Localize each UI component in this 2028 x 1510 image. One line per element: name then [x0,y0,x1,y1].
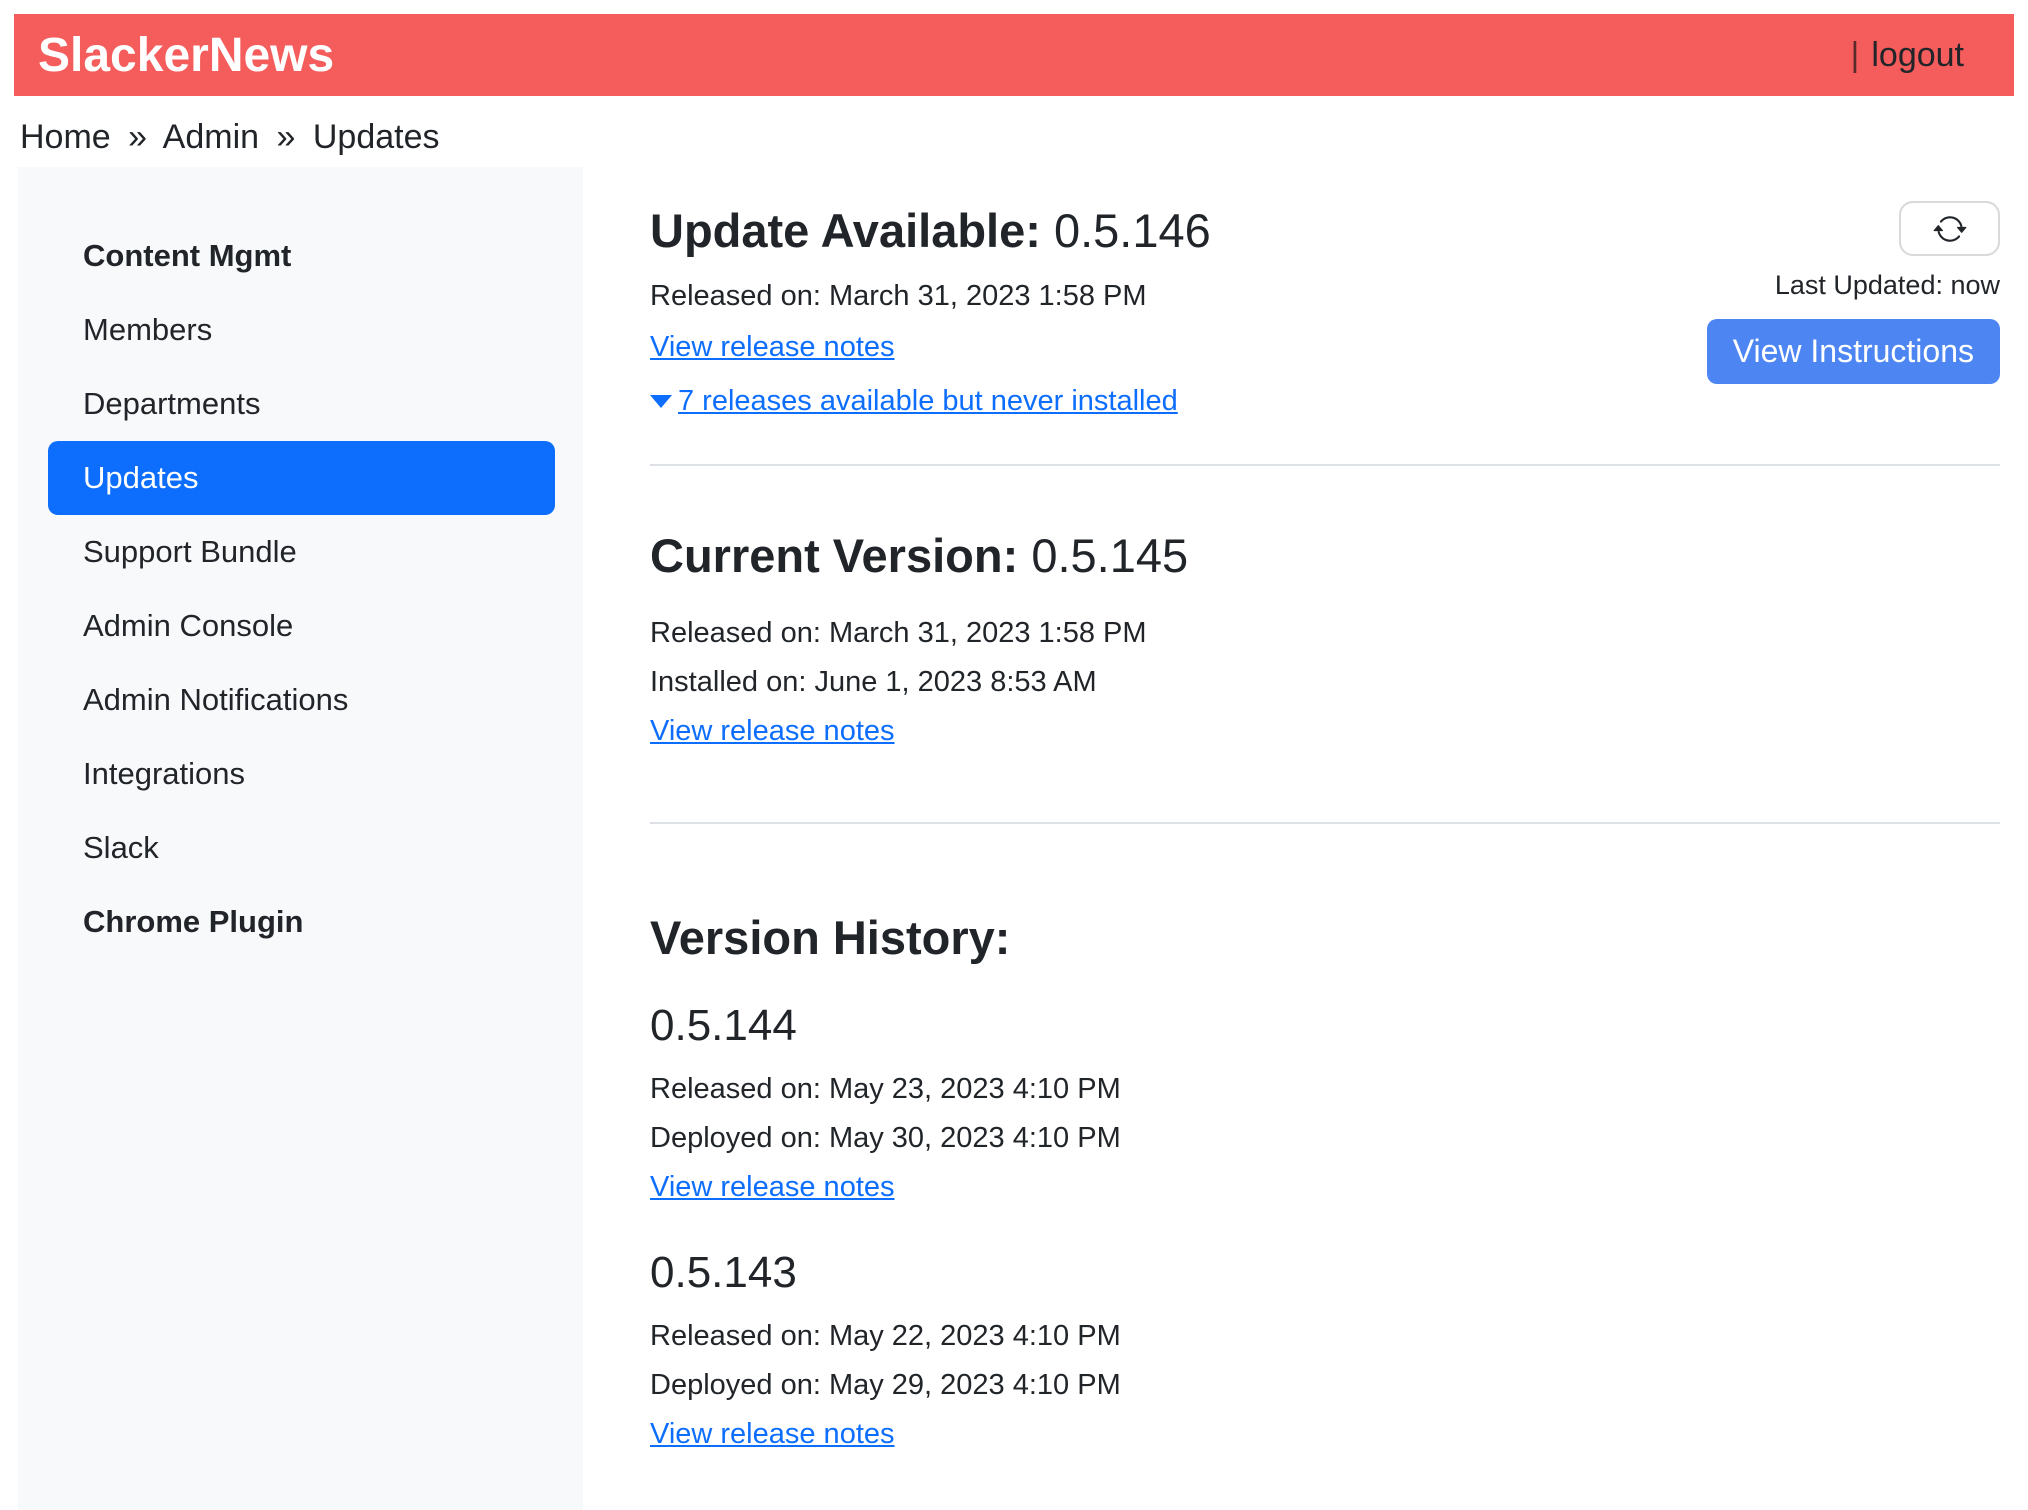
update-available-row: Update Available: 0.5.146 Released on: M… [650,187,2000,418]
last-updated-text: Last Updated: now [1775,270,2000,301]
history-version-number: 0.5.144 [650,1001,2000,1051]
page-layout: Content Mgmt Members Departments Updates… [0,167,2028,1510]
sidebar-item-integrations[interactable]: Integrations [48,737,555,811]
refresh-button[interactable] [1899,201,2000,256]
section-divider [650,464,2000,466]
sidebar-item-admin-console[interactable]: Admin Console [48,589,555,663]
history-release-notes-row: View release notes [650,1410,2000,1459]
sidebar-item-admin-notifications[interactable]: Admin Notifications [48,663,555,737]
history-entry-info: Released on: May 23, 2023 4:10 PM Deploy… [650,1065,2000,1212]
update-release-notes-row: View release notes [650,331,1211,364]
history-released-on: Released on: May 23, 2023 4:10 PM [650,1065,2000,1114]
releases-toggle-row: 7 releases available but never installed [650,385,1211,418]
brand-link[interactable]: SlackerNews [38,28,334,83]
sidebar-item-slack[interactable]: Slack [48,811,555,885]
history-deployed-on: Deployed on: May 29, 2023 4:10 PM [650,1361,2000,1410]
breadcrumb-home[interactable]: Home [20,118,111,156]
update-release-notes-link[interactable]: View release notes [650,331,895,363]
top-header-bar: SlackerNews | logout [14,14,2014,96]
breadcrumb: Home » Admin » Updates [20,118,2028,157]
breadcrumb-separator: » [276,118,295,156]
sidebar-item-content-mgmt[interactable]: Content Mgmt [48,219,555,293]
view-instructions-button[interactable]: View Instructions [1707,319,2000,384]
sidebar-item-updates[interactable]: Updates [48,441,555,515]
history-version-number: 0.5.143 [650,1248,2000,1298]
sidebar-item-chrome-plugin[interactable]: Chrome Plugin [48,885,555,959]
sidebar-item-members[interactable]: Members [48,293,555,367]
update-available-version: 0.5.146 [1054,204,1211,257]
arrow-repeat-icon [1933,212,1967,246]
update-released-on: Released on: March 31, 2023 1:58 PM [650,280,1211,313]
current-release-notes-link[interactable]: View release notes [650,715,895,747]
caret-down-icon [650,395,672,408]
breadcrumb-updates: Updates [313,118,440,156]
history-entry-info: Released on: May 22, 2023 4:10 PM Deploy… [650,1312,2000,1459]
releases-toggle-label: 7 releases available but never installed [678,385,1178,418]
version-history-entry: 0.5.143 Released on: May 22, 2023 4:10 P… [650,1248,2000,1459]
history-release-notes-row: View release notes [650,1163,2000,1212]
breadcrumb-separator: » [128,118,147,156]
current-version-info: Released on: March 31, 2023 1:58 PM Inst… [650,609,2000,756]
logout-separator: | [1851,36,1860,75]
main-content: Update Available: 0.5.146 Released on: M… [583,167,2028,1510]
update-available-section: Update Available: 0.5.146 Released on: M… [650,187,1211,418]
logout-area: | logout [1851,36,1964,75]
version-history-entry: 0.5.144 Released on: May 23, 2023 4:10 P… [650,1001,2000,1212]
history-deployed-on: Deployed on: May 30, 2023 4:10 PM [650,1114,2000,1163]
section-divider [650,822,2000,824]
version-history-section: Version History: 0.5.144 Released on: Ma… [650,910,2000,1459]
update-available-title: Update Available: 0.5.146 [650,203,1211,258]
logout-link[interactable]: logout [1871,36,1964,75]
current-version-label: Current Version: [650,529,1018,582]
breadcrumb-admin[interactable]: Admin [163,118,259,156]
current-released-on: Released on: March 31, 2023 1:58 PM [650,609,2000,658]
update-toolbar: Last Updated: now View Instructions [1700,201,2000,384]
current-version-section: Current Version: 0.5.145 Released on: Ma… [650,528,2000,756]
admin-sidebar: Content Mgmt Members Departments Updates… [18,167,583,1510]
current-version-title: Current Version: 0.5.145 [650,528,2000,583]
current-release-notes-row: View release notes [650,707,2000,756]
history-release-notes-link[interactable]: View release notes [650,1418,895,1450]
releases-toggle-link[interactable]: 7 releases available but never installed [650,385,1178,418]
version-history-title: Version History: [650,910,2000,965]
sidebar-item-departments[interactable]: Departments [48,367,555,441]
sidebar-item-support-bundle[interactable]: Support Bundle [48,515,555,589]
history-released-on: Released on: May 22, 2023 4:10 PM [650,1312,2000,1361]
history-release-notes-link[interactable]: View release notes [650,1171,895,1203]
update-available-label: Update Available: [650,204,1041,257]
current-installed-on: Installed on: June 1, 2023 8:53 AM [650,658,2000,707]
current-version-number: 0.5.145 [1031,529,1188,582]
